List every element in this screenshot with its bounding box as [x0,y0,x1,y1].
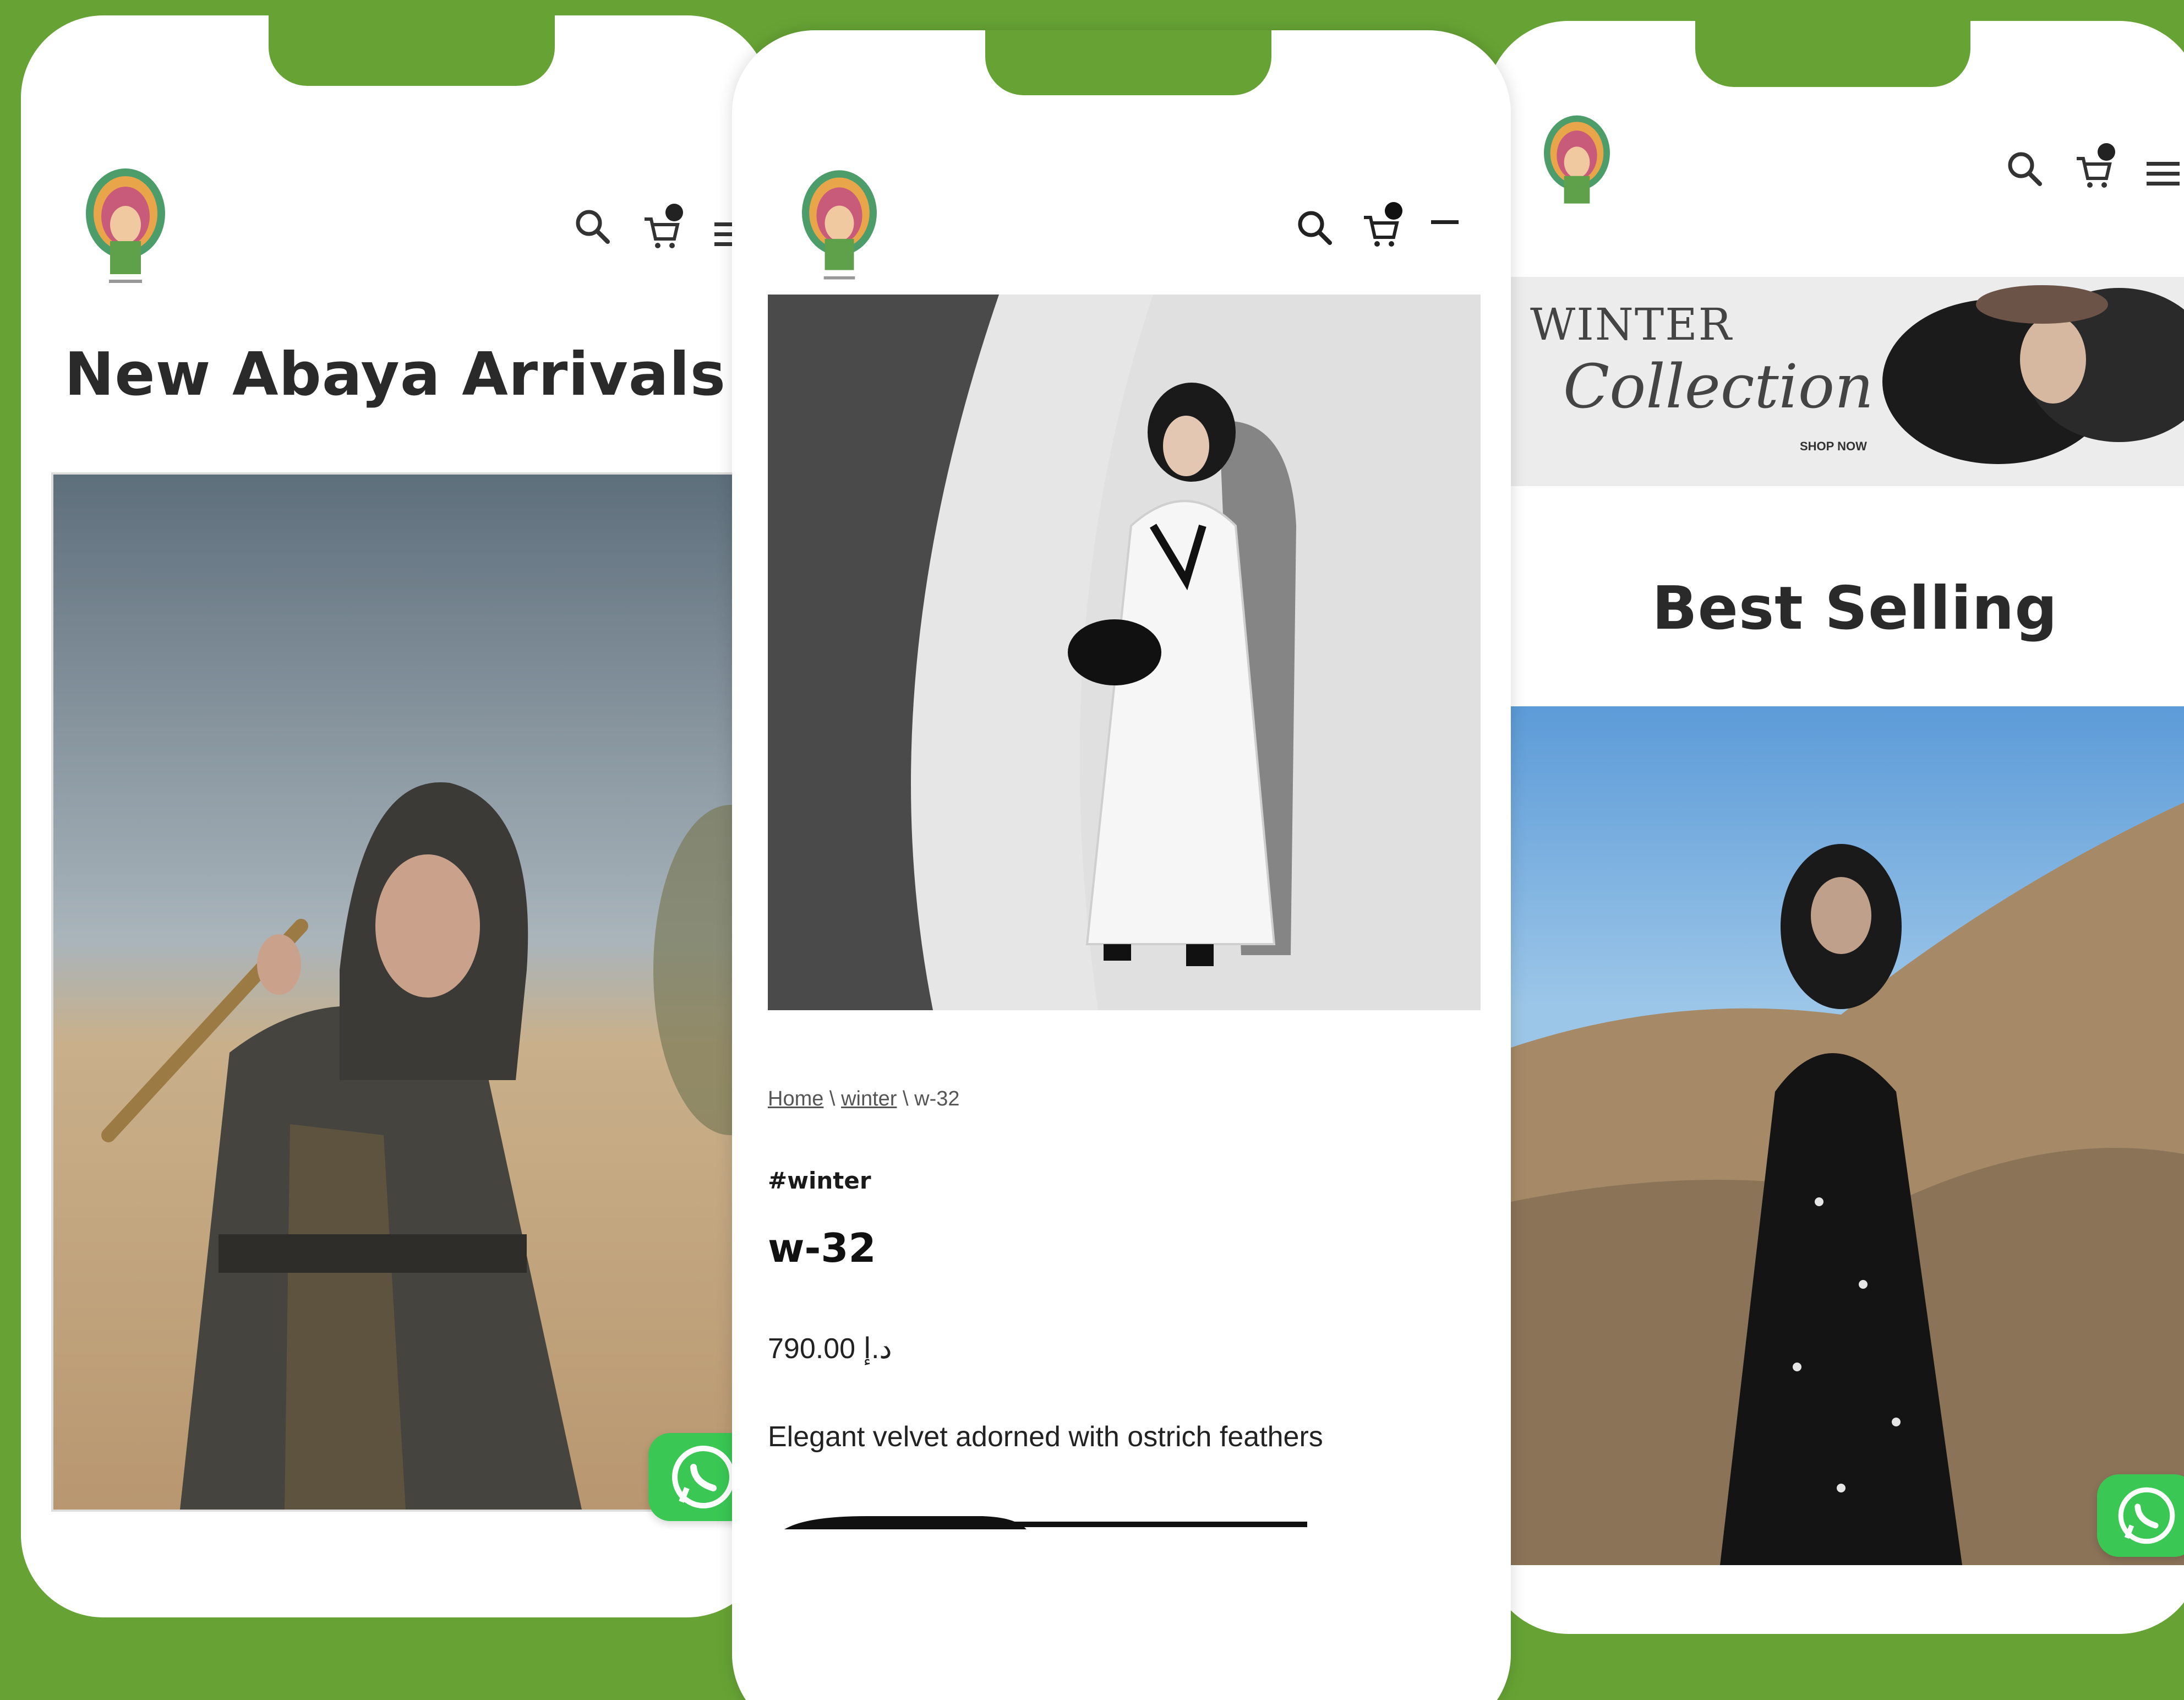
hero-image[interactable] [51,472,769,1512]
menu-icon[interactable] [1431,215,1464,248]
section-title: New Abaya Arrivals [64,340,727,409]
search-icon[interactable] [1293,206,1337,250]
menu-icon[interactable] [2147,159,2184,192]
section-title: Best Selling [1652,574,2058,643]
breadcrumb-home-link[interactable]: Home [768,1087,823,1110]
phone-left: New Abaya Arrivals [21,15,769,1617]
cart-icon[interactable] [640,203,684,252]
brand-logo[interactable] [1536,109,1618,225]
product-price: 790.00 د.إ [768,1333,892,1365]
cut-off-button-sliver [784,1516,1307,1529]
banner-cta[interactable]: SHOP NOW [1800,439,1867,454]
cart-icon[interactable] [2072,142,2116,192]
product-image-illustration [768,295,1481,1010]
breadcrumb-category-link[interactable]: winter [841,1087,897,1110]
brand-logo[interactable] [793,165,886,292]
brand-logo[interactable] [76,164,175,296]
breadcrumb-separator: \ [897,1087,915,1110]
cart-icon[interactable] [1359,201,1404,250]
product-name: w-32 [768,1225,876,1271]
notch [269,15,555,86]
notch [985,30,1271,95]
best-selling-image[interactable] [1511,706,2184,1565]
breadcrumb: Home \ winter \ w-32 [768,1087,960,1111]
banner-script-text: Collection [1563,351,1874,422]
banner-model-image [1882,285,2184,464]
product-image[interactable] [768,295,1481,1010]
phone-center: Home \ winter \ w-32 #winter w-32 790.00… [732,30,1511,1700]
search-icon[interactable] [2003,148,2048,192]
banner-headline: WINTER [1530,299,1733,350]
hero-image-illustration [53,475,769,1510]
product-description: Elegant velvet adorned with ostrich feat… [768,1421,1323,1453]
winter-collection-banner[interactable]: WINTER Collection SHOP NOW [1508,277,2184,486]
best-selling-image-illustration [1511,706,2184,1565]
breadcrumb-separator: \ [823,1087,842,1110]
notch [1695,21,1970,87]
product-category-tag[interactable]: #winter [768,1167,871,1194]
search-icon[interactable] [571,205,615,249]
whatsapp-icon [2118,1487,2175,1544]
whatsapp-button[interactable] [2097,1474,2184,1557]
breadcrumb-current: w-32 [914,1087,960,1110]
phone-right: WINTER Collection SHOP NOW Best Selling [1486,21,2184,1634]
